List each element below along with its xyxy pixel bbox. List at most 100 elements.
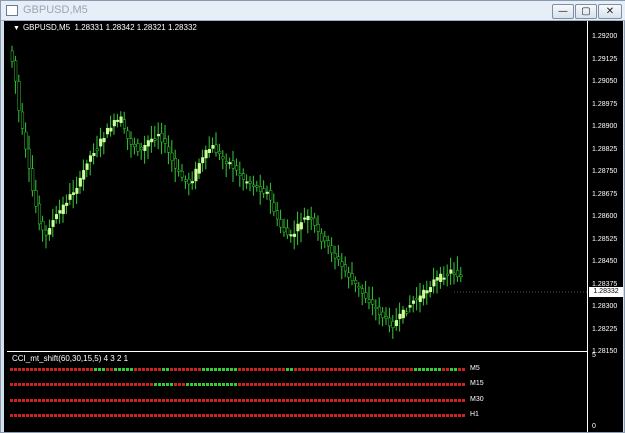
title-bar[interactable]: GBPUSD,M5 — ▢ ✕ xyxy=(1,1,625,21)
indicator-bar-segment xyxy=(382,399,385,402)
indicator-bar-segment xyxy=(402,414,405,417)
indicator-bar-segment xyxy=(14,414,17,417)
indicator-bar-segment xyxy=(322,399,325,402)
candle-body xyxy=(333,253,337,259)
indicator-bar-segment xyxy=(286,399,289,402)
timeframe-label-h1: H1 xyxy=(470,411,479,418)
indicator-bar-segment xyxy=(114,368,117,371)
indicator-bar-segment xyxy=(250,368,253,371)
indicator-bar-segment xyxy=(222,399,225,402)
indicator-bar-segment xyxy=(234,368,237,371)
minimize-button[interactable]: — xyxy=(552,4,574,19)
indicator-bar-segment xyxy=(50,368,53,371)
indicator-bar-segment xyxy=(358,414,361,417)
indicator-bar-segment xyxy=(94,399,97,402)
indicator-bar-segment xyxy=(246,368,249,371)
indicator-bar-segment xyxy=(430,399,433,402)
indicator-bar-segment xyxy=(294,368,297,371)
indicator-bar-segment xyxy=(286,383,289,386)
candle-body xyxy=(394,320,399,327)
candle-body xyxy=(71,192,76,195)
indicator-bar-segment xyxy=(178,383,181,386)
indicator-bar-segment xyxy=(202,368,205,371)
indicator-bar-segment xyxy=(110,399,113,402)
indicator-bar-segment xyxy=(446,368,449,371)
candle-body xyxy=(99,138,103,147)
candle-body xyxy=(442,277,446,280)
indicator-bar-segment xyxy=(370,368,373,371)
indicator-bar-segment xyxy=(98,383,101,386)
indicator-bar-segment xyxy=(70,399,73,402)
indicator-bar-segment xyxy=(418,368,421,371)
indicator-bar-segment xyxy=(186,414,189,417)
indicator-bar-segment xyxy=(186,383,189,386)
indicator-bar-segment xyxy=(178,399,181,402)
indicator-bar-segment xyxy=(142,414,145,417)
candle-body xyxy=(207,149,212,153)
candle-body xyxy=(160,133,164,143)
candle-body xyxy=(31,168,35,191)
indicator-bar-segment xyxy=(34,414,37,417)
indicator-bar-segment xyxy=(262,414,265,417)
close-button[interactable]: ✕ xyxy=(598,4,622,19)
indicator-bar-segment xyxy=(454,414,457,417)
candle-body xyxy=(146,140,150,147)
indicator-bar-segment xyxy=(282,383,285,386)
indicator-bar-segment xyxy=(382,368,385,371)
indicator-bar-segment xyxy=(210,368,213,371)
indicator-bar-segment xyxy=(186,399,189,402)
indicator-bar-segment xyxy=(450,383,453,386)
indicator-bar-segment xyxy=(202,414,205,417)
indicator-bar-segment xyxy=(326,414,329,417)
indicator-bar-segment xyxy=(130,414,133,417)
indicator-bar-segment xyxy=(158,399,161,402)
indicator-bar-segment xyxy=(66,399,69,402)
maximize-button[interactable]: ▢ xyxy=(575,4,597,19)
candle-body xyxy=(350,273,354,281)
indicator-bar-segment xyxy=(414,414,417,417)
candle-body xyxy=(275,210,280,220)
indicator-bar-segment xyxy=(438,414,441,417)
indicator-bar-segment xyxy=(94,368,97,371)
indicator-bar-segment xyxy=(82,399,85,402)
candle-body xyxy=(360,288,365,294)
candle-body xyxy=(105,127,110,135)
indicator-bar-segment xyxy=(274,368,277,371)
indicator-bar-segment xyxy=(14,399,17,402)
price-axis-label: 1.28300 xyxy=(592,303,618,310)
indicator-bar-segment xyxy=(134,414,137,417)
indicator-bar-segment xyxy=(378,368,381,371)
indicator-bar-segment xyxy=(430,368,433,371)
candle-body xyxy=(299,222,303,230)
indicator-bar-segment xyxy=(310,399,313,402)
indicator-bar-segment xyxy=(266,383,269,386)
info-collapse-icon[interactable]: ▼ xyxy=(13,25,20,32)
indicator-bar-segment xyxy=(426,399,429,402)
indicator-bar-segment xyxy=(138,368,141,371)
indicator-bar-segment xyxy=(266,399,269,402)
indicator-bar-segment xyxy=(418,383,421,386)
indicator-bar-segment xyxy=(170,399,173,402)
indicator-bar-segment xyxy=(134,399,137,402)
indicator-bar-segment xyxy=(166,383,169,386)
indicator-bar-segment xyxy=(358,399,361,402)
indicator-bar-segment xyxy=(442,368,445,371)
indicator-bar-segment xyxy=(434,383,437,386)
indicator-bar-segment xyxy=(18,414,21,417)
indicator-bar-segment xyxy=(442,399,445,402)
candle-body xyxy=(388,317,392,327)
indicator-bar-segment xyxy=(438,368,441,371)
candle-body xyxy=(371,299,375,305)
indicator-bar-segment xyxy=(38,414,41,417)
indicator-name: CCI_mt_shift(60,30,15,5) 4 3 2 1 xyxy=(12,354,129,363)
chart-canvas[interactable]: ▼ GBPUSD,M5 1.28331 1.28342 1.28321 1.283… xyxy=(4,21,623,432)
indicator-bar-segment xyxy=(126,414,129,417)
indicator-bar-segment xyxy=(194,414,197,417)
indicator-bar-segment xyxy=(366,399,369,402)
candlestick-chart[interactable] xyxy=(4,21,623,432)
indicator-bar-segment xyxy=(38,383,41,386)
indicator-bar-segment xyxy=(130,399,133,402)
chart-symbol: GBPUSD,M5 xyxy=(22,23,71,32)
price-axis-label: 1.28675 xyxy=(592,190,618,198)
candle-body xyxy=(326,240,331,247)
